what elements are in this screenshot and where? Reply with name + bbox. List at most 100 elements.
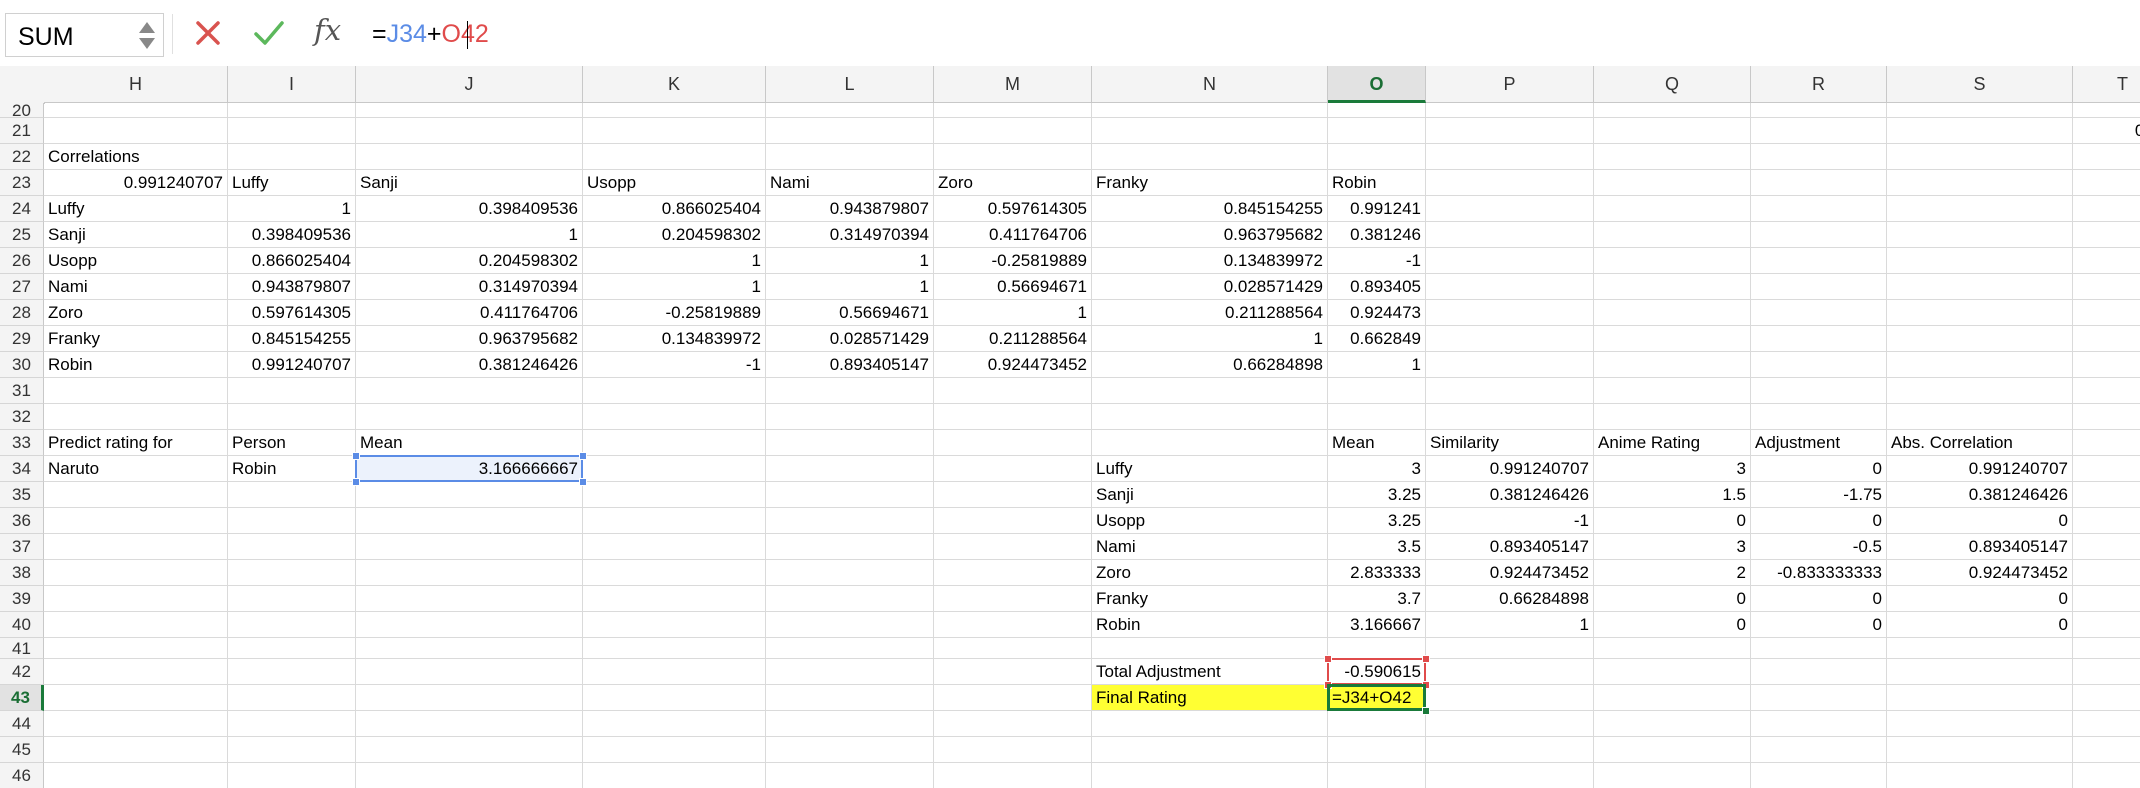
empty-cell[interactable]	[44, 685, 228, 711]
column-header-n[interactable]: N	[1092, 66, 1328, 103]
cell-k29[interactable]: 0.134839972	[583, 326, 766, 352]
cell-l28[interactable]: 0.56694671	[766, 300, 934, 326]
empty-cell[interactable]	[934, 378, 1092, 404]
empty-cell[interactable]	[2073, 144, 2140, 170]
cell-t21[interactable]: 0.99	[2073, 118, 2140, 144]
empty-cell[interactable]	[44, 638, 228, 659]
check-icon[interactable]	[252, 17, 286, 49]
empty-cell[interactable]	[766, 659, 934, 685]
cell-k24[interactable]: 0.866025404	[583, 196, 766, 222]
empty-cell[interactable]	[583, 560, 766, 586]
empty-cell[interactable]	[1751, 711, 1887, 737]
cell-l23[interactable]: Nami	[766, 170, 934, 196]
empty-cell[interactable]	[1887, 144, 2073, 170]
empty-cell[interactable]	[356, 612, 583, 638]
name-box-stepper-icon[interactable]	[139, 20, 155, 50]
cell-n39[interactable]: Franky	[1092, 586, 1328, 612]
empty-cell[interactable]	[934, 737, 1092, 763]
row-header-32[interactable]: 32	[0, 404, 44, 430]
empty-cell[interactable]	[44, 763, 228, 788]
column-header-s[interactable]: S	[1887, 66, 2073, 103]
cell-o29[interactable]: 0.662849	[1328, 326, 1426, 352]
empty-cell[interactable]	[583, 103, 766, 118]
empty-cell[interactable]	[356, 659, 583, 685]
cell-n43[interactable]: Final Rating	[1092, 685, 1328, 711]
empty-cell[interactable]	[2073, 612, 2140, 638]
row-header-43[interactable]: 43	[0, 685, 44, 711]
empty-cell[interactable]	[1594, 711, 1751, 737]
empty-cell[interactable]	[1594, 196, 1751, 222]
empty-cell[interactable]	[583, 118, 766, 144]
empty-cell[interactable]	[1328, 118, 1426, 144]
empty-cell[interactable]	[1092, 737, 1328, 763]
cell-k27[interactable]: 1	[583, 274, 766, 300]
row-header-23[interactable]: 23	[0, 170, 44, 196]
cell-h23[interactable]: 0.991240707	[44, 170, 228, 196]
column-header-p[interactable]: P	[1426, 66, 1594, 103]
empty-cell[interactable]	[1328, 763, 1426, 788]
cell-l29[interactable]: 0.028571429	[766, 326, 934, 352]
empty-cell[interactable]	[2073, 456, 2140, 482]
cell-j27[interactable]: 0.314970394	[356, 274, 583, 300]
empty-cell[interactable]	[1594, 118, 1751, 144]
cell-j23[interactable]: Sanji	[356, 170, 583, 196]
empty-cell[interactable]	[1328, 737, 1426, 763]
cell-n25[interactable]: 0.963795682	[1092, 222, 1328, 248]
cell-m30[interactable]: 0.924473452	[934, 352, 1092, 378]
cell-h25[interactable]: Sanji	[44, 222, 228, 248]
cell-o37[interactable]: 3.5	[1328, 534, 1426, 560]
cell-o34[interactable]: 3	[1328, 456, 1426, 482]
empty-cell[interactable]	[228, 508, 356, 534]
empty-cell[interactable]	[934, 586, 1092, 612]
empty-cell[interactable]	[766, 685, 934, 711]
cell-r33[interactable]: Adjustment	[1751, 430, 1887, 456]
row-header-28[interactable]: 28	[0, 300, 44, 326]
empty-cell[interactable]	[583, 685, 766, 711]
empty-cell[interactable]	[1887, 170, 2073, 196]
cell-k25[interactable]: 0.204598302	[583, 222, 766, 248]
empty-cell[interactable]	[1887, 300, 2073, 326]
cell-o27[interactable]: 0.893405	[1328, 274, 1426, 300]
empty-cell[interactable]	[1887, 118, 2073, 144]
empty-cell[interactable]	[1426, 300, 1594, 326]
row-header-37[interactable]: 37	[0, 534, 44, 560]
cell-i29[interactable]: 0.845154255	[228, 326, 356, 352]
empty-cell[interactable]	[1751, 144, 1887, 170]
empty-cell[interactable]	[356, 737, 583, 763]
empty-cell[interactable]	[1887, 659, 2073, 685]
empty-cell[interactable]	[2073, 711, 2140, 737]
cell-q40[interactable]: 0	[1594, 612, 1751, 638]
empty-cell[interactable]	[1887, 638, 2073, 659]
empty-cell[interactable]	[1092, 404, 1328, 430]
cell-r40[interactable]: 0	[1751, 612, 1887, 638]
cell-n36[interactable]: Usopp	[1092, 508, 1328, 534]
empty-cell[interactable]	[356, 103, 583, 118]
cell-l26[interactable]: 1	[766, 248, 934, 274]
row-header-38[interactable]: 38	[0, 560, 44, 586]
row-header-33[interactable]: 33	[0, 430, 44, 456]
fx-icon[interactable]: fx	[314, 13, 341, 47]
cell-o35[interactable]: 3.25	[1328, 482, 1426, 508]
empty-cell[interactable]	[766, 763, 934, 788]
empty-cell[interactable]	[2073, 763, 2140, 788]
empty-cell[interactable]	[228, 560, 356, 586]
empty-cell[interactable]	[2073, 378, 2140, 404]
row-header-20[interactable]: 20	[0, 102, 44, 119]
empty-cell[interactable]	[1426, 144, 1594, 170]
empty-cell[interactable]	[1751, 274, 1887, 300]
cell-r36[interactable]: 0	[1751, 508, 1887, 534]
cell-o40[interactable]: 3.166667	[1328, 612, 1426, 638]
empty-cell[interactable]	[356, 404, 583, 430]
empty-cell[interactable]	[228, 685, 356, 711]
empty-cell[interactable]	[1426, 196, 1594, 222]
empty-cell[interactable]	[2073, 404, 2140, 430]
stepper-down-icon[interactable]	[139, 38, 155, 49]
empty-cell[interactable]	[228, 482, 356, 508]
cell-i24[interactable]: 1	[228, 196, 356, 222]
cell-n27[interactable]: 0.028571429	[1092, 274, 1328, 300]
empty-cell[interactable]	[1751, 685, 1887, 711]
cell-j28[interactable]: 0.411764706	[356, 300, 583, 326]
cell-q35[interactable]: 1.5	[1594, 482, 1751, 508]
empty-cell[interactable]	[766, 404, 934, 430]
empty-cell[interactable]	[44, 659, 228, 685]
